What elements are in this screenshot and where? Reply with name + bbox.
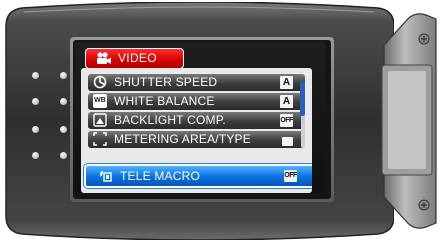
setting-value-badge: OFF bbox=[284, 170, 297, 182]
lcd-screen: VIDEO SHUTTER SPEED A WB WHITE BALANCE A bbox=[75, 42, 325, 193]
menu-item-label: SHUTTER SPEED bbox=[114, 75, 218, 89]
menu-item-white-balance[interactable]: WB WHITE BALANCE A bbox=[88, 93, 305, 110]
menu-item-shutter-speed[interactable]: SHUTTER SPEED A bbox=[88, 74, 305, 91]
indicator-dot bbox=[60, 152, 67, 159]
setting-value-badge: OFF bbox=[280, 114, 293, 127]
metering-icon bbox=[93, 132, 107, 146]
setting-value-badge bbox=[282, 137, 293, 146]
indicator-dot bbox=[32, 126, 39, 133]
menu-item-label: METERING AREA/TYPE bbox=[114, 132, 251, 146]
indicator-dot bbox=[32, 98, 39, 105]
menu-panel: SHUTTER SPEED A WB WHITE BALANCE A BACKL… bbox=[81, 68, 312, 193]
menu-tab-video[interactable]: VIDEO bbox=[85, 48, 184, 69]
setting-value-badge: A bbox=[280, 76, 293, 89]
indicator-dot bbox=[60, 98, 67, 105]
backlight-icon bbox=[93, 113, 107, 127]
wb-icon: WB bbox=[93, 94, 107, 108]
indicator-dot bbox=[32, 72, 39, 79]
lcd-hinge bbox=[376, 5, 440, 237]
menu-title: VIDEO bbox=[118, 51, 157, 65]
menu-item-backlight-comp[interactable]: BACKLIGHT COMP. OFF bbox=[88, 112, 305, 129]
indicator-dot bbox=[60, 72, 67, 79]
scrollbar-thumb[interactable] bbox=[300, 82, 305, 116]
tele-macro-icon bbox=[98, 169, 112, 183]
indicator-dot bbox=[32, 152, 39, 159]
setting-value-badge: A bbox=[280, 95, 293, 108]
menu-item-label: WHITE BALANCE bbox=[114, 94, 215, 108]
menu-item-tele-macro[interactable]: TELE MACRO OFF bbox=[84, 164, 312, 188]
menu-item-label: BACKLIGHT COMP. bbox=[114, 113, 226, 127]
menu-item-metering-area[interactable]: METERING AREA/TYPE bbox=[88, 131, 305, 148]
shutter-icon bbox=[93, 75, 107, 89]
menu-item-label: TELE MACRO bbox=[120, 169, 201, 183]
indicator-dot bbox=[60, 126, 67, 133]
